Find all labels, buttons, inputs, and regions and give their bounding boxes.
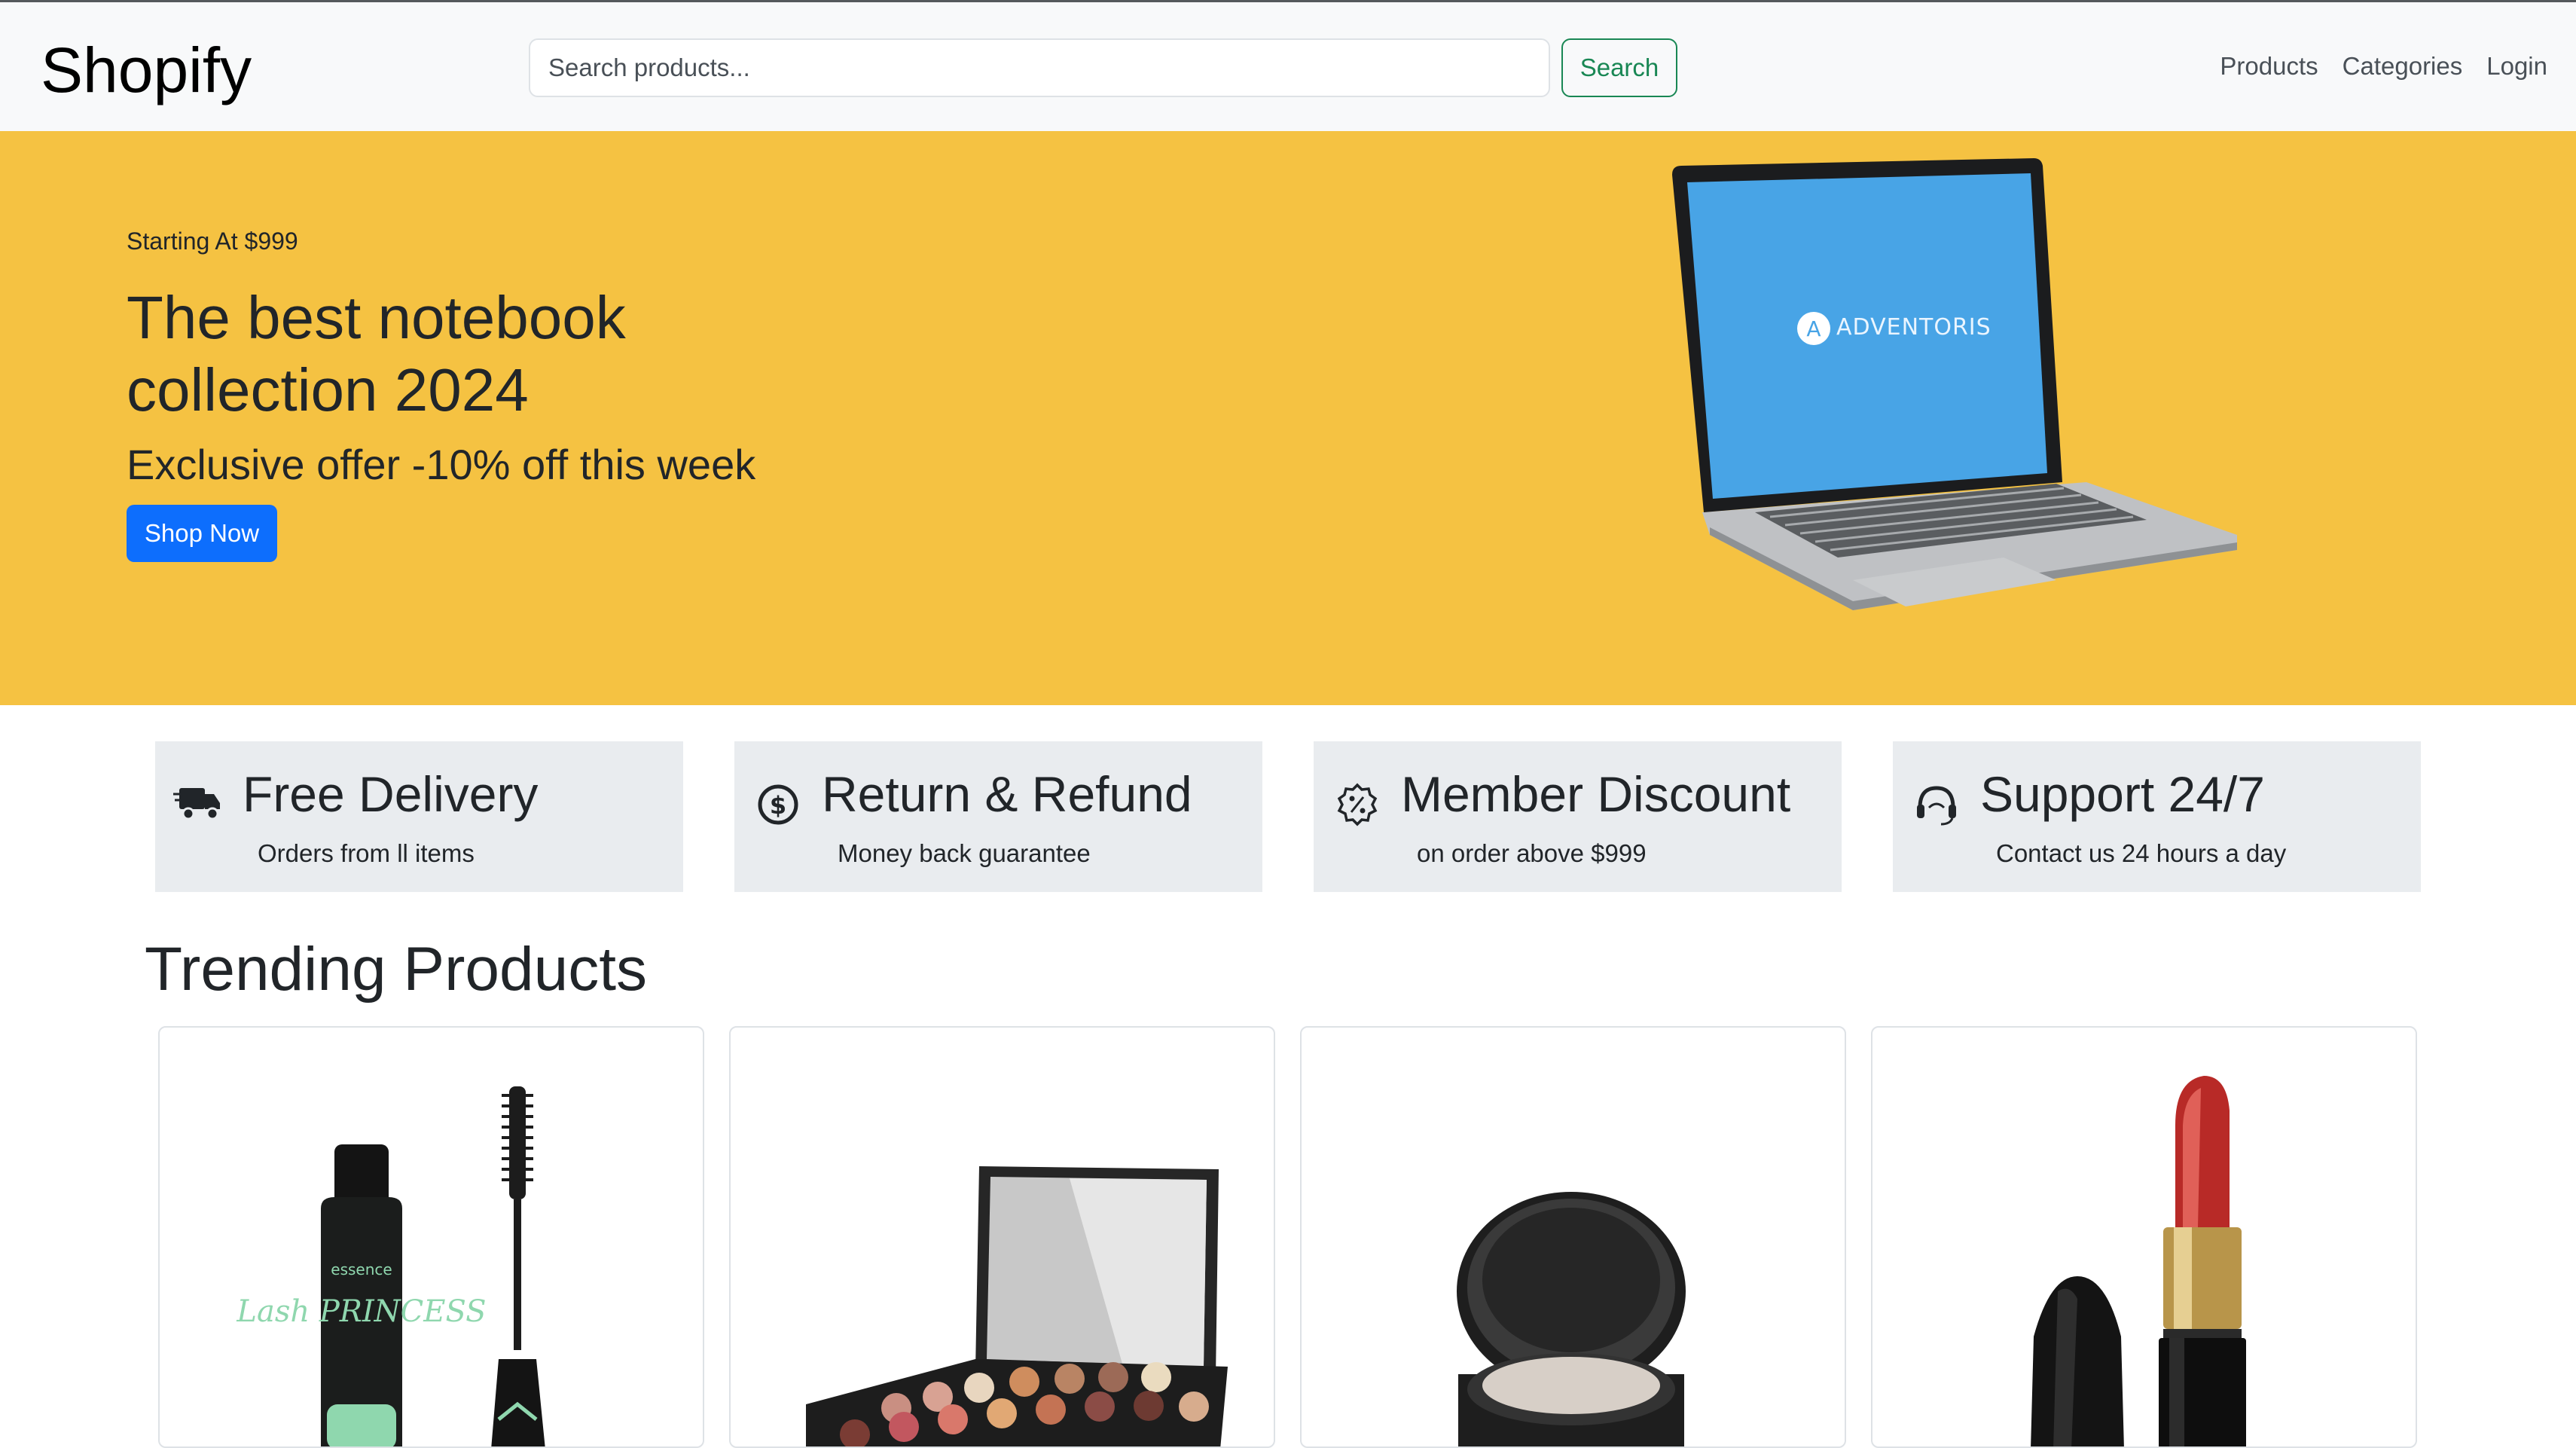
navbar: Shopify Search Products Categories Login <box>0 0 2576 131</box>
mascara-brand-text: essence <box>331 1260 392 1278</box>
shop-now-button[interactable]: Shop Now <box>127 505 277 562</box>
hero-banner: Starting At $999 The best notebook colle… <box>0 131 2576 705</box>
nav-link-products[interactable]: Products <box>2220 52 2318 81</box>
product-card-palette[interactable] <box>729 1026 1275 1448</box>
search-input[interactable] <box>529 38 1550 97</box>
feature-subtitle: Contact us 24 hours a day <box>1996 839 2287 867</box>
hero-kicker: Starting At $999 <box>127 228 298 255</box>
truck-icon <box>173 788 220 820</box>
feature-support: Support 24/7 Contact us 24 hours a day <box>1893 741 2421 892</box>
feature-title: Member Discount <box>1401 766 1791 822</box>
feature-free-delivery: Free Delivery Orders from ll items <box>155 741 683 892</box>
feature-subtitle: Orders from ll items <box>258 839 475 867</box>
lipstick-image <box>2031 1076 2246 1446</box>
feature-subtitle: on order above $999 <box>1417 839 1647 867</box>
brand-logo[interactable]: Shopify <box>41 32 252 108</box>
powder-compact-image <box>1457 1192 1686 1446</box>
hero-title: The best notebook collection 2024 <box>127 284 626 423</box>
feature-title: Return & Refund <box>822 766 1192 822</box>
mascara-image: essence Lash PRINCESS <box>236 1086 545 1446</box>
laptop-brand-text: ADVENTORIS <box>1836 314 1992 341</box>
svg-text:A: A <box>1806 316 1821 341</box>
feature-title: Support 24/7 <box>1980 766 2265 822</box>
laptop-image: A ADVENTORIS <box>1672 158 2237 610</box>
feature-title: Free Delivery <box>243 766 539 822</box>
search-button[interactable]: Search <box>1561 38 1677 97</box>
headset-icon <box>1917 786 1956 826</box>
eyeshadow-palette-image <box>806 1166 1228 1446</box>
svg-text:$: $ <box>770 791 786 820</box>
feature-return-refund: $ Return & Refund Money back guarantee <box>734 741 1262 892</box>
hero-subtitle: Exclusive offer -10% off this week <box>127 441 756 488</box>
nav-links: Products Categories Login <box>2220 52 2547 81</box>
dollar-circle-icon: $ <box>758 784 798 825</box>
trending-products-title: Trending Products <box>145 935 647 1004</box>
mascara-product-text: Lash PRINCESS <box>236 1294 486 1329</box>
feature-member-discount: Member Discount on order above $999 <box>1314 741 1842 892</box>
feature-subtitle: Money back guarantee <box>838 839 1091 867</box>
percent-badge-icon <box>1337 783 1378 826</box>
nav-link-categories[interactable]: Categories <box>2343 52 2463 81</box>
product-card-compact[interactable] <box>1300 1026 1846 1448</box>
product-card-lipstick[interactable] <box>1871 1026 2417 1448</box>
product-card-mascara[interactable]: essence Lash PRINCESS <box>158 1026 704 1448</box>
nav-link-login[interactable]: Login <box>2486 52 2547 81</box>
